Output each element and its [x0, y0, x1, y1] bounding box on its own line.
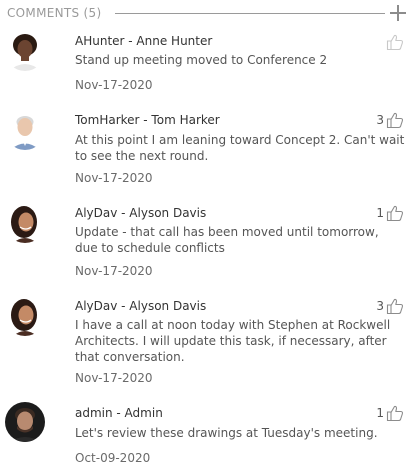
comment-author: admin - Admin — [75, 406, 163, 420]
avatar — [5, 31, 45, 71]
like-button[interactable]: 1 — [376, 404, 404, 422]
comments-title: COMMENTS (5) — [7, 6, 102, 20]
header-divider — [115, 13, 385, 14]
comment-author: AHunter - Anne Hunter — [75, 34, 213, 48]
like-count: 1 — [376, 406, 384, 420]
comment-text: At this point I am leaning toward Concep… — [75, 133, 405, 163]
like-count: 1 — [376, 206, 384, 220]
like-button[interactable]: 3 — [376, 111, 404, 129]
comment-date: Nov-17-2020 — [75, 371, 153, 385]
thumbs-up-icon — [386, 112, 404, 129]
avatar — [5, 296, 45, 336]
comment-author: TomHarker - Tom Harker — [75, 113, 220, 127]
comment-text: Let's review these drawings at Tuesday's… — [75, 426, 378, 440]
thumbs-up-icon — [386, 205, 404, 222]
avatar — [5, 402, 45, 442]
like-button[interactable] — [384, 33, 404, 51]
comment-date: Nov-17-2020 — [75, 78, 153, 92]
like-count: 3 — [376, 299, 384, 313]
avatar — [5, 203, 45, 243]
like-button[interactable]: 1 — [376, 204, 404, 222]
comment-author: AlyDav - Alyson Davis — [75, 299, 207, 313]
comment-text: Update - that call has been moved until … — [75, 225, 379, 255]
comment-text: Stand up meeting moved to Conference 2 — [75, 53, 328, 67]
like-count: 3 — [376, 113, 384, 127]
thumbs-up-icon — [386, 34, 404, 51]
comments-header: COMMENTS (5) — [0, 0, 411, 26]
comment-date: Nov-17-2020 — [75, 264, 153, 278]
comment-date: Oct-09-2020 — [75, 451, 151, 465]
comment-date: Nov-17-2020 — [75, 171, 153, 185]
thumbs-up-icon — [386, 298, 404, 315]
like-button[interactable]: 3 — [376, 297, 404, 315]
avatar — [5, 110, 45, 150]
plus-icon[interactable] — [389, 4, 407, 22]
thumbs-up-icon — [386, 405, 404, 422]
comment-author: AlyDav - Alyson Davis — [75, 206, 207, 220]
comment-text: I have a call at noon today with Stephen… — [75, 318, 391, 364]
